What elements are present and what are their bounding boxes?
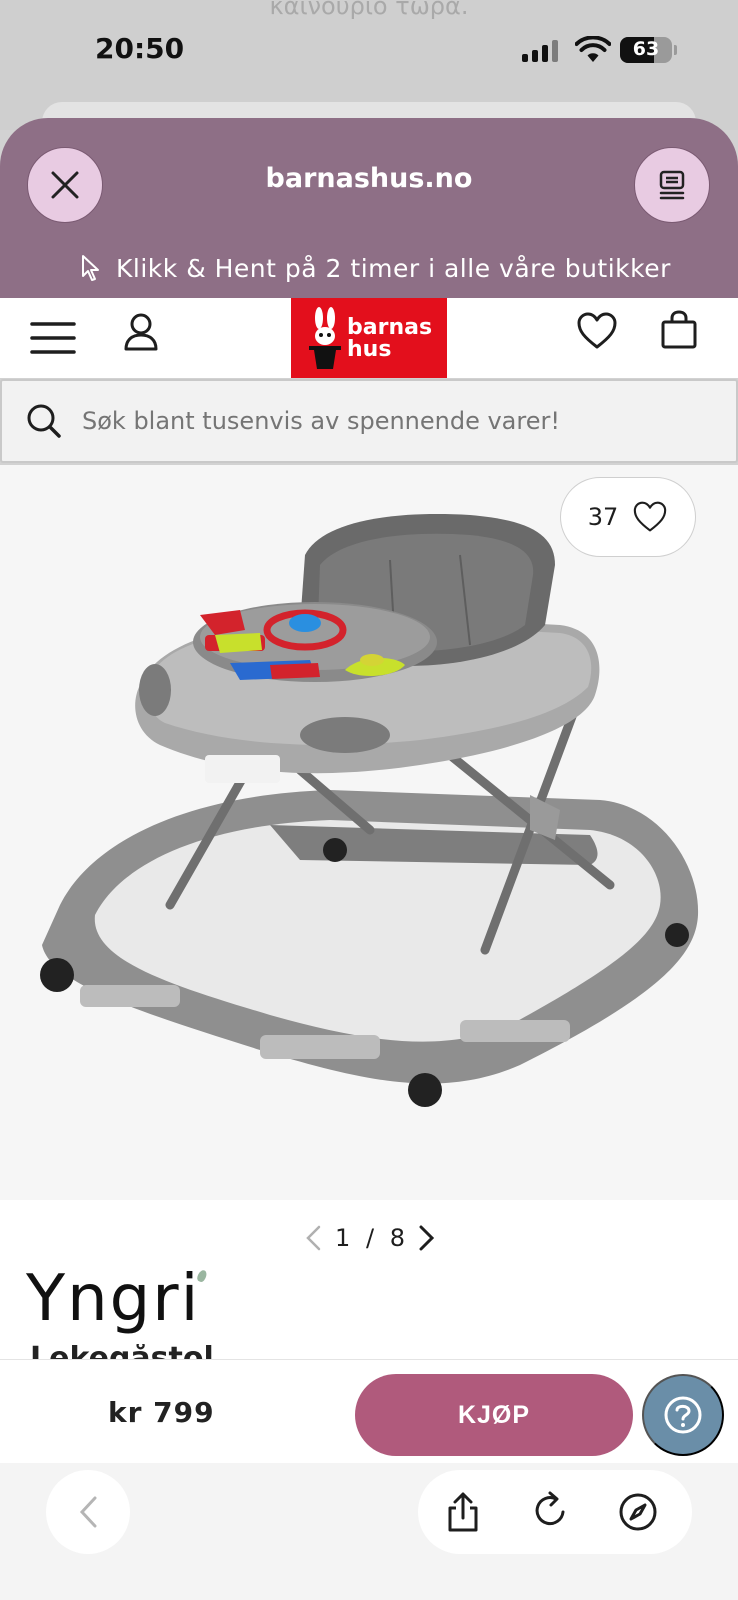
promo-banner[interactable]: Klikk & Hent på 2 timer i alle våre buti… xyxy=(80,250,671,286)
product-image-gallery[interactable] xyxy=(0,465,738,1200)
share-icon[interactable] xyxy=(444,1490,482,1534)
toolbar-actions xyxy=(418,1470,692,1554)
chevron-left-icon xyxy=(306,1225,321,1251)
baby-walker-image xyxy=(40,514,699,1107)
reload-icon[interactable] xyxy=(532,1488,570,1532)
back-button[interactable] xyxy=(46,1470,130,1554)
background-text: καινούριο τώρα. xyxy=(269,0,469,20)
previous-image-button[interactable] xyxy=(305,1225,323,1251)
compass-icon[interactable] xyxy=(618,1492,658,1532)
menu-icon[interactable] xyxy=(30,320,76,356)
background-page: καινούριο τώρα. xyxy=(0,0,738,142)
product-price: kr 799 xyxy=(108,1396,215,1429)
chevron-right-icon xyxy=(419,1225,435,1251)
wifi-icon xyxy=(575,36,611,62)
search-icon xyxy=(27,404,61,438)
search-input[interactable] xyxy=(82,401,712,441)
site-domain[interactable]: barnashus.no xyxy=(200,163,538,194)
product-name: Lekegåstol xyxy=(30,1344,330,1360)
bunny-hat-icon xyxy=(309,307,341,369)
next-image-button[interactable] xyxy=(417,1225,435,1251)
pager-total: 8 xyxy=(389,1224,405,1252)
pager-separator: / xyxy=(365,1224,375,1252)
reader-mode-button[interactable] xyxy=(634,147,710,223)
wishlist-heart-icon[interactable] xyxy=(576,312,618,350)
logo-text-line2: hus xyxy=(347,337,392,362)
barnashus-logo[interactable]: barnas hus xyxy=(291,298,447,378)
like-counter[interactable]: 37 xyxy=(560,477,696,557)
heart-icon xyxy=(634,501,667,532)
buy-button[interactable]: KJØP xyxy=(355,1374,633,1456)
status-time: 20:50 xyxy=(95,32,185,65)
battery-level: 63 xyxy=(632,38,660,60)
pager-current: 1 xyxy=(335,1224,351,1252)
close-icon xyxy=(51,171,79,199)
cellular-signal-icon xyxy=(522,40,560,62)
brand-name[interactable]: Yngri xyxy=(26,1262,200,1336)
battery-icon: 63 xyxy=(620,37,672,63)
image-pager: 1 / 8 xyxy=(300,1220,440,1256)
user-account-icon[interactable] xyxy=(122,312,160,352)
chevron-left-icon xyxy=(79,1496,97,1528)
search-bar xyxy=(0,379,738,463)
reader-mode-icon xyxy=(659,170,685,200)
promo-text: Klikk & Hent på 2 timer i alle våre buti… xyxy=(116,253,671,283)
logo-text-line1: barnas xyxy=(347,315,433,340)
like-count: 37 xyxy=(587,503,619,531)
help-button[interactable] xyxy=(642,1374,724,1456)
cursor-click-icon xyxy=(82,255,99,281)
help-question-icon xyxy=(664,1396,702,1434)
shopping-bag-icon[interactable] xyxy=(660,310,698,350)
close-button[interactable] xyxy=(27,147,103,223)
